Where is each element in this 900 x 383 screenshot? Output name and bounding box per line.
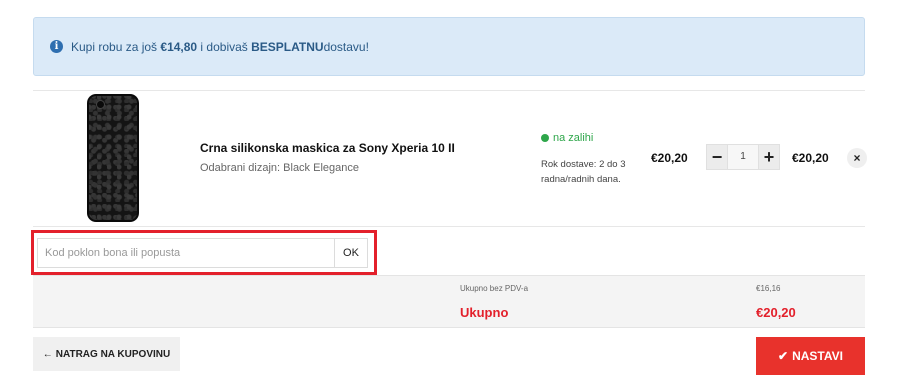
coupon-ok-button[interactable]: OK [334,238,368,268]
subtotal-value: €16,16 [756,284,781,293]
divider [33,90,865,91]
order-summary: Ukupno bez PDV-a €16,16 Ukupno €20,20 [33,275,865,328]
notice-prefix: Kupi robu za još [71,39,161,54]
free-shipping-notice: i Kupi robu za još €14,80 i dobivaš BESP… [33,17,865,76]
divider [33,226,865,227]
back-to-shopping-button[interactable]: ← NATRAG NA KUPOVINU [33,337,180,371]
checkmark-icon: ✔ [778,349,789,363]
continue-button[interactable]: ✔ NASTAVI [756,337,865,375]
notice-amount: €14,80 [160,39,198,54]
camera-icon [96,100,105,109]
stock-dot-icon [541,134,549,142]
stock-status: na zalihi [541,132,593,144]
notice-middle: i dobivaš [197,39,252,54]
total-value: €20,20 [756,305,796,320]
total-label: Ukupno [460,305,509,320]
product-variant: Odabrani dizajn: Black Elegance [200,162,359,174]
line-total: €20,20 [792,151,829,165]
delivery-time: Rok dostave: 2 do 3 radna/radnih dana. [541,159,626,185]
coupon-input[interactable] [37,238,334,268]
unit-price: €20,20 [651,151,688,165]
stock-label: na zalihi [553,132,594,144]
quantity-stepper: − 1 + [706,144,780,170]
notice-highlight: BESPLATNU [251,39,324,54]
quantity-decrease-button[interactable]: − [706,144,728,170]
quantity-increase-button[interactable]: + [758,144,780,170]
product-image[interactable] [87,94,139,222]
remove-item-button[interactable]: × [847,148,867,168]
quantity-value[interactable]: 1 [728,144,758,170]
notice-suffix: dostavu! [323,39,369,54]
back-button-label: NATRAG NA KUPOVINU [55,348,171,360]
product-name[interactable]: Crna silikonska maskica za Sony Xperia 1… [200,141,455,155]
continue-button-label: NASTAVI [792,349,843,363]
coupon-form: OK [31,230,377,275]
info-icon: i [50,40,63,53]
arrow-left-icon: ← [42,348,53,360]
subtotal-label: Ukupno bez PDV-a [460,284,529,293]
notice-text: Kupi robu za još €14,80 i dobivaš BESPLA… [71,40,369,54]
